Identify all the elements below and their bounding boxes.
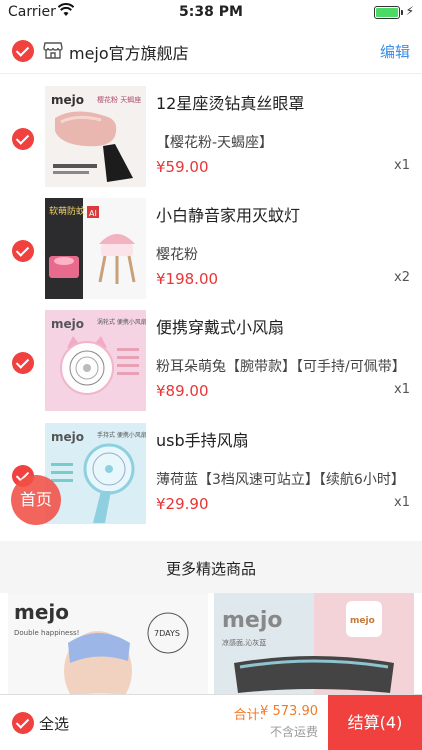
item-name[interactable]: 12星座烫钻真丝眼罩 — [156, 90, 304, 114]
item-price: ¥198.00 — [156, 270, 219, 288]
svg-text:7DAYS: 7DAYS — [154, 629, 180, 638]
store-icon — [43, 42, 63, 59]
recommend-card[interactable]: mejo 凉感面,沁灰蓝 mejo — [214, 593, 414, 703]
battery-icon — [374, 6, 403, 19]
item-name[interactable]: 小白静音家用灭蚊灯 — [156, 202, 300, 226]
select-all-label[interactable]: 全选 — [39, 713, 69, 734]
clock: 5:38 PM — [179, 4, 243, 20]
item-name[interactable]: 便携穿戴式小风扇 — [156, 314, 284, 338]
product-thumbnail[interactable]: 软萌防蚊 AI — [45, 198, 146, 299]
recommend-card[interactable]: mejo Double happiness! 7DAYS — [8, 593, 208, 703]
item-quantity: x1 — [394, 382, 410, 397]
shop-header: mejo官方旗舰店 编辑 — [0, 28, 422, 74]
item-select-checkbox[interactable] — [12, 240, 34, 262]
svg-text:AI: AI — [89, 209, 97, 218]
wearable-fan-image: mejo 涡轮式 便携小风扇 — [45, 310, 146, 411]
sleep-mask-promo-image: mejo Double happiness! 7DAYS — [8, 593, 208, 703]
shop-select-checkbox[interactable] — [12, 40, 34, 62]
svg-text:mejo: mejo — [51, 430, 84, 444]
item-quantity: x2 — [394, 270, 410, 285]
mosquito-lamp-image: 软萌防蚊 AI — [45, 198, 146, 299]
svg-text:mejo: mejo — [51, 93, 84, 107]
cooling-mask-promo-image: mejo 凉感面,沁灰蓝 mejo — [214, 593, 414, 703]
svg-text:樱花粉 天蝎座: 樱花粉 天蝎座 — [97, 95, 141, 104]
item-spec: 薄荷蓝【3档风速可站立】【续航6小时】 — [156, 472, 405, 488]
svg-text:手持式 便携小风扇: 手持式 便携小风扇 — [97, 431, 146, 439]
item-select-checkbox[interactable] — [12, 352, 34, 374]
home-button[interactable]: 首页 — [11, 475, 61, 525]
cart-item[interactable]: mejo 手持式 便携小风扇 usb手持风扇 薄荷蓝【3档风速可站立】【续航6小… — [0, 423, 422, 535]
shop-name[interactable]: mejo官方旗舰店 — [69, 40, 189, 64]
eye-mask-image: mejo 樱花粉 天蝎座 — [45, 86, 146, 187]
item-price: ¥89.00 — [156, 382, 209, 400]
status-bar: Carrier 5:38 PM ⚡ — [0, 0, 422, 24]
total-amount: ¥ 573.90 — [260, 704, 318, 719]
item-name[interactable]: usb手持风扇 — [156, 427, 249, 451]
checkout-button[interactable]: 结算(4) — [328, 695, 422, 750]
more-products-header: 更多精选商品 — [0, 541, 422, 593]
select-all-checkbox[interactable] — [12, 712, 34, 734]
charging-icon: ⚡ — [405, 4, 414, 18]
item-spec: 粉耳朵萌兔【腕带款】【可手持/可佩带】 — [156, 359, 406, 375]
svg-text:mejo: mejo — [51, 317, 84, 331]
cart-item[interactable]: mejo 樱花粉 天蝎座 12星座烫钻真丝眼罩 【樱花粉-天蝎座】 ¥59.00… — [0, 86, 422, 198]
item-price: ¥59.00 — [156, 158, 209, 176]
edit-button[interactable]: 编辑 — [380, 41, 410, 62]
handheld-fan-image: mejo 手持式 便携小风扇 — [45, 423, 146, 524]
svg-text:mejo: mejo — [222, 608, 283, 633]
svg-text:凉感面,沁灰蓝: 凉感面,沁灰蓝 — [222, 638, 266, 647]
shipping-note: 不含运费 — [269, 725, 318, 739]
product-thumbnail[interactable]: mejo 樱花粉 天蝎座 — [45, 86, 146, 187]
svg-text:mejo: mejo — [350, 616, 375, 626]
svg-text:涡轮式 便携小风扇: 涡轮式 便携小风扇 — [97, 318, 146, 326]
item-spec: 樱花粉 — [156, 247, 198, 263]
item-quantity: x1 — [394, 158, 410, 173]
product-thumbnail[interactable]: mejo 涡轮式 便携小风扇 — [45, 310, 146, 411]
section-title: 更多精选商品 — [165, 560, 256, 578]
product-thumbnail[interactable]: mejo 手持式 便携小风扇 — [45, 423, 146, 524]
item-quantity: x1 — [394, 495, 410, 510]
cart-item[interactable]: mejo 涡轮式 便携小风扇 便携穿戴式小风扇 粉耳朵萌兔【腕带款】【可手持/可… — [0, 310, 422, 422]
cart-item[interactable]: 软萌防蚊 AI 小白静音家用灭蚊灯 樱花粉 ¥198.00 x2 — [0, 198, 422, 310]
item-spec: 【樱花粉-天蝎座】 — [156, 135, 274, 151]
item-select-checkbox[interactable] — [12, 128, 34, 150]
svg-text:mejo: mejo — [14, 600, 69, 624]
svg-text:Double happiness!: Double happiness! — [14, 629, 79, 637]
svg-text:软萌防蚊: 软萌防蚊 — [49, 205, 85, 217]
item-price: ¥29.90 — [156, 495, 209, 513]
checkout-bar: 全选 合计: ¥ 573.90 不含运费 结算(4) — [0, 694, 422, 750]
